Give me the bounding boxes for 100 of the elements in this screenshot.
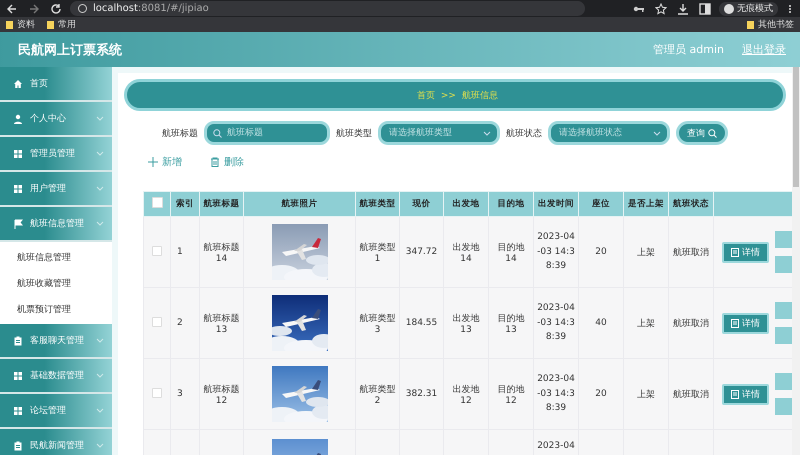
chevron-down-icon: [96, 338, 104, 343]
column-header: 目的地: [488, 192, 534, 216]
menu-item[interactable]: 基础数据管理: [0, 359, 112, 394]
table-cell: 184.55: [406, 318, 438, 328]
row-checkbox[interactable]: [152, 246, 162, 256]
column-header: 航班类型: [356, 192, 400, 216]
detail-button[interactable]: 详情: [722, 242, 769, 262]
search-button[interactable]: 查询: [676, 121, 728, 145]
home-icon: [13, 78, 23, 88]
add-button[interactable]: 新增: [148, 155, 182, 169]
document-icon: [731, 248, 739, 256]
table-cell: 航班标题14: [204, 242, 240, 264]
bookmark-folder[interactable]: 其他书签: [747, 18, 794, 31]
table-cell: 出发地12: [452, 384, 480, 406]
table-cell: 2023-04-03 14:38:39: [537, 232, 575, 272]
chevron-down-icon: [96, 373, 104, 378]
column-header: 出发地: [444, 192, 488, 216]
grid-icon: [13, 184, 23, 194]
chevron-down-icon: [96, 408, 104, 413]
detail-button[interactable]: 详情: [722, 384, 769, 404]
address-bar[interactable]: localhost:8081/#/jipiao: [70, 1, 585, 16]
delete-button[interactable]: 删除: [210, 155, 244, 169]
detail-button[interactable]: 详情: [722, 312, 769, 334]
menu-item[interactable]: 管理员管理: [0, 137, 112, 172]
table-cell: 2023-04: [537, 441, 575, 451]
user-label: 管理员 admin: [653, 42, 724, 57]
breadcrumb-text: 首页 >> 航班信息: [417, 90, 498, 102]
flag-icon: [13, 218, 23, 228]
grid-icon: [13, 406, 23, 416]
star-icon[interactable]: [655, 2, 667, 14]
submenu-item[interactable]: 机票预订管理: [0, 296, 112, 322]
table-cell: 航班标题13: [204, 314, 240, 334]
plus-icon: [148, 157, 158, 167]
search-field[interactable]: 航班标题: [204, 121, 330, 145]
column-header: 航班状态: [668, 192, 714, 216]
table-cell: 3: [177, 389, 183, 399]
clipboard-icon: [13, 336, 23, 346]
back-icon[interactable]: [6, 2, 18, 14]
submenu-item[interactable]: 航班收藏管理: [0, 270, 112, 296]
menu-item[interactable]: 个人中心: [0, 102, 112, 137]
table-cell: 目的地12: [498, 384, 524, 406]
profile-badge[interactable]: 无痕模式: [719, 2, 778, 16]
chevron-down-icon: [653, 131, 661, 136]
select-all-checkbox[interactable]: [152, 197, 162, 208]
table-cell: 2023-04-03 14:38:39: [537, 303, 575, 342]
table-cell: 上架: [637, 248, 655, 258]
table-cell: 40: [595, 318, 607, 328]
reload-icon[interactable]: [50, 2, 62, 14]
clipboard-icon: [13, 440, 23, 450]
row-checkbox[interactable]: [152, 316, 162, 326]
row-checkbox[interactable]: [152, 388, 162, 398]
bookmark-folder[interactable]: 常用: [47, 18, 76, 31]
menu-item[interactable]: 航班信息管理: [0, 207, 112, 242]
table-cell: 航班标题12: [204, 384, 240, 406]
table-cell: 1: [177, 247, 183, 257]
scrollbar[interactable]: [792, 67, 800, 455]
select-field[interactable]: 请选择航班类型: [378, 121, 500, 145]
column-header: 航班标题: [200, 192, 244, 216]
column-header: 现价: [400, 192, 444, 216]
table-cell: 20: [595, 247, 607, 257]
user-icon: [13, 114, 23, 124]
download-icon[interactable]: [677, 2, 689, 14]
table-cell: 出发地14: [452, 242, 480, 264]
menu-item[interactable]: 民航新闻管理: [0, 429, 112, 455]
bookmark-folder[interactable]: 资料: [6, 18, 35, 31]
table-cell: 航班类型3: [360, 314, 396, 334]
menu-item[interactable]: 论坛管理: [0, 394, 112, 429]
document-icon: [731, 318, 739, 328]
table-cell: 目的地14: [498, 242, 524, 264]
chevron-down-icon: [96, 151, 104, 156]
table-cell: 上架: [637, 390, 655, 400]
trash-icon: [210, 157, 220, 167]
menu-item[interactable]: 首页: [0, 67, 112, 102]
submenu-item[interactable]: 航班信息管理: [0, 244, 112, 270]
search-icon: [213, 129, 222, 138]
select-field[interactable]: 请选择航班状态: [548, 121, 670, 145]
table-cell: 2: [177, 318, 183, 328]
table-cell: 航班类型2: [360, 384, 396, 406]
table-cell: 航班类型1: [360, 242, 396, 264]
table-cell: 20: [595, 389, 607, 399]
table-cell: 382.31: [406, 389, 438, 399]
chevron-down-icon: [96, 221, 104, 226]
forward-icon[interactable]: [28, 2, 40, 14]
side-panel-icon[interactable]: [699, 2, 711, 14]
field-label: 航班标题: [162, 128, 198, 140]
column-header: 座位: [578, 192, 624, 216]
app-title: 民航网上订票系统: [18, 42, 123, 58]
menu-item[interactable]: 用户管理: [0, 172, 112, 207]
chevron-down-icon: [483, 131, 491, 136]
table-cell: 航班取消: [673, 248, 709, 258]
field-label: 航班状态: [506, 128, 542, 140]
chevron-down-icon: [96, 116, 104, 121]
table-cell: 航班取消: [673, 318, 709, 328]
table-cell: 出发地13: [452, 314, 480, 334]
menu-item[interactable]: 客服聊天管理: [0, 324, 112, 359]
chevron-down-icon: [96, 443, 104, 448]
search-icon: [708, 128, 717, 138]
column-header: 索引: [170, 192, 200, 216]
table-cell: 目的地13: [498, 314, 524, 334]
column-header: 出发时间: [534, 192, 578, 216]
